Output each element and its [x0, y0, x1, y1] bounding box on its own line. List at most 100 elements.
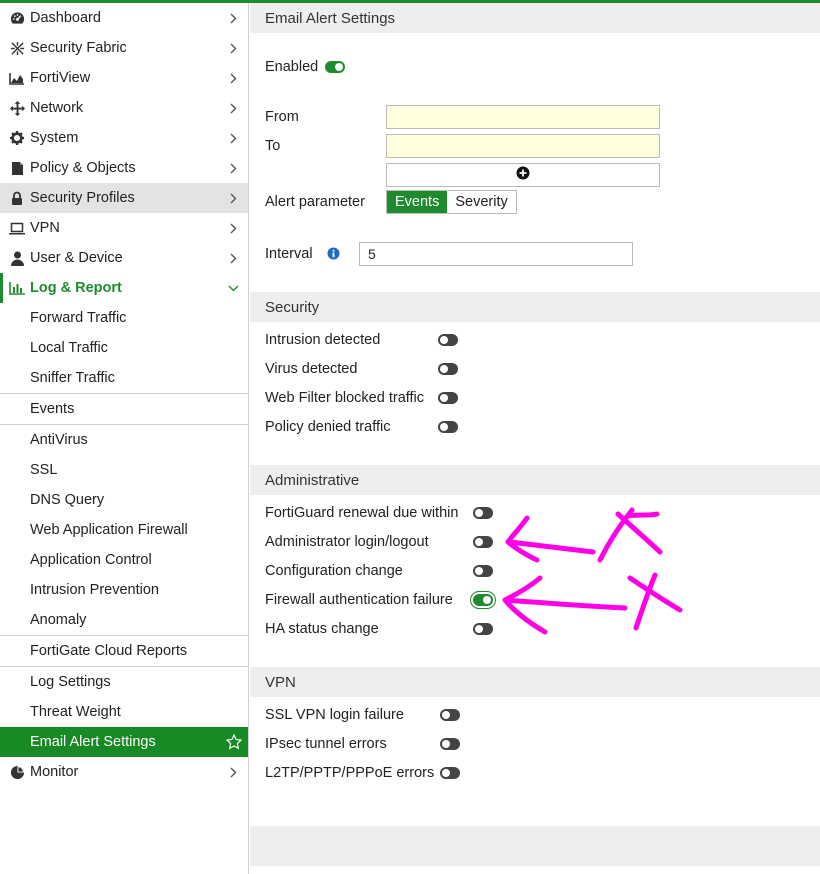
- firewall-auth-failure-toggle[interactable]: [470, 591, 496, 609]
- sidebar-subitem-antivirus[interactable]: AntiVirus: [0, 424, 248, 455]
- sidebar-item-label: Log & Report: [30, 280, 122, 296]
- sidebar-item-label: VPN: [30, 220, 60, 236]
- l2tp-pptp-pppoe-errors-toggle[interactable]: [440, 767, 460, 779]
- user-icon: [8, 250, 26, 266]
- sidebar-item-network[interactable]: Network: [0, 93, 248, 123]
- sidebar-item-label: Security Fabric: [30, 40, 127, 56]
- admin-login-logout-toggle[interactable]: [473, 536, 493, 548]
- laptop-icon: [8, 220, 26, 236]
- sidebar-item-label: Network: [30, 100, 84, 116]
- from-input[interactable]: [386, 105, 660, 129]
- l2tp-pptp-pppoe-errors-label: L2TP/PPTP/PPPoE errors: [265, 765, 435, 781]
- configuration-change-label: Configuration change: [265, 563, 403, 579]
- alert-parameter-segmented: Events Severity: [386, 190, 517, 214]
- chevron-right-icon: [226, 193, 240, 204]
- sidebar-subitem-label: Application Control: [30, 552, 152, 568]
- sidebar-item-label: Policy & Objects: [30, 160, 136, 176]
- security-section-title: Security: [265, 298, 320, 316]
- to-input[interactable]: [386, 134, 660, 158]
- sidebar-subitem-label: Events: [30, 401, 75, 417]
- intrusion-detected-toggle[interactable]: [438, 334, 458, 346]
- intrusion-detected-label: Intrusion detected: [265, 332, 381, 348]
- sidebar-subitem-dns-query[interactable]: DNS Query: [0, 485, 248, 515]
- chevron-right-icon: [226, 13, 240, 24]
- footer-bar: [250, 826, 820, 866]
- security-section-header: Security: [250, 292, 820, 322]
- sidebar-item-user-device[interactable]: User & Device: [0, 243, 248, 273]
- admin-login-logout-label: Administrator login/logout: [265, 534, 429, 550]
- monitor-pie-icon: [8, 764, 26, 780]
- chevron-right-icon: [226, 163, 240, 174]
- ssl-vpn-login-failure-toggle[interactable]: [440, 709, 460, 721]
- dashboard-icon: [8, 10, 26, 26]
- alert-parameter-label: Alert parameter: [265, 194, 365, 210]
- ha-status-change-label: HA status change: [265, 621, 379, 637]
- main-panel: Email Alert Settings Enabled From To Ale…: [250, 3, 820, 874]
- ha-status-change-toggle[interactable]: [473, 623, 493, 635]
- chevron-down-icon: [226, 285, 240, 292]
- sidebar-subitem-log-settings[interactable]: Log Settings: [0, 666, 248, 697]
- sidebar-item-fortiview[interactable]: FortiView: [0, 63, 248, 93]
- sidebar-subitem-label: Intrusion Prevention: [30, 582, 159, 598]
- enabled-label: Enabled: [265, 59, 319, 75]
- alert-parameter-severity-option[interactable]: Severity: [447, 191, 515, 213]
- sidebar-subitem-anomaly[interactable]: Anomaly: [0, 605, 248, 635]
- enabled-toggle[interactable]: [325, 61, 345, 73]
- sidebar-subitem-label: FortiGate Cloud Reports: [30, 643, 188, 659]
- security-fabric-icon: [8, 40, 26, 56]
- bar-chart-icon: [8, 280, 26, 296]
- administrative-section-title: Administrative: [265, 471, 360, 489]
- sidebar-subitem-forward-traffic[interactable]: Forward Traffic: [0, 303, 248, 333]
- sidebar-item-policy-objects[interactable]: Policy & Objects: [0, 153, 248, 183]
- ipsec-tunnel-errors-toggle[interactable]: [440, 738, 460, 750]
- configuration-change-toggle[interactable]: [473, 565, 493, 577]
- sidebar-subitem-application-control[interactable]: Application Control: [0, 545, 248, 575]
- sidebar-subitem-events[interactable]: Events: [0, 393, 248, 424]
- sidebar-subitem-label: Anomaly: [30, 612, 87, 628]
- sidebar-subitem-threat-weight[interactable]: Threat Weight: [0, 697, 248, 727]
- sidebar-item-monitor[interactable]: Monitor: [0, 757, 248, 787]
- sidebar-subitem-sniffer-traffic[interactable]: Sniffer Traffic: [0, 363, 248, 393]
- firewall-auth-failure-label: Firewall authentication failure: [265, 592, 453, 608]
- to-label: To: [265, 138, 281, 154]
- sidebar-subitem-ssl[interactable]: SSL: [0, 455, 248, 485]
- sidebar-subitem-email-alert-settings[interactable]: Email Alert Settings: [0, 727, 248, 757]
- fortiguard-renewal-toggle[interactable]: [473, 507, 493, 519]
- sidebar-subitem-web-application-firewall[interactable]: Web Application Firewall: [0, 515, 248, 545]
- info-icon[interactable]: [327, 247, 340, 264]
- web-filter-blocked-label: Web Filter blocked traffic: [265, 390, 425, 406]
- sidebar-item-security-fabric[interactable]: Security Fabric: [0, 33, 248, 63]
- policy-denied-label: Policy denied traffic: [265, 419, 391, 435]
- sidebar-item-label: Security Profiles: [30, 190, 135, 206]
- sidebar-subitem-label: Threat Weight: [30, 704, 121, 720]
- virus-detected-toggle[interactable]: [438, 363, 458, 375]
- gear-icon: [8, 130, 26, 146]
- sidebar-subitem-label: Email Alert Settings: [30, 734, 156, 750]
- virus-detected-label: Virus detected: [265, 361, 358, 377]
- chevron-right-icon: [226, 43, 240, 54]
- sidebar-item-label: Monitor: [30, 764, 79, 780]
- sidebar-item-security-profiles[interactable]: Security Profiles: [0, 183, 248, 213]
- add-recipient-button[interactable]: [386, 163, 660, 187]
- sidebar-subitem-fortigate-cloud-reports[interactable]: FortiGate Cloud Reports: [0, 635, 248, 666]
- interval-input[interactable]: [359, 242, 633, 266]
- ipsec-tunnel-errors-label: IPsec tunnel errors: [265, 736, 387, 752]
- sidebar-item-dashboard[interactable]: Dashboard: [0, 3, 248, 33]
- star-icon[interactable]: [225, 734, 243, 750]
- policy-denied-toggle[interactable]: [438, 421, 458, 433]
- web-filter-blocked-toggle[interactable]: [438, 392, 458, 404]
- sidebar-subitem-label: SSL: [30, 462, 58, 478]
- sidebar-item-label: User & Device: [30, 250, 123, 266]
- sidebar-item-system[interactable]: System: [0, 123, 248, 153]
- sidebar-subitem-label: Web Application Firewall: [30, 522, 188, 538]
- lock-icon: [8, 190, 26, 206]
- sidebar-item-vpn[interactable]: VPN: [0, 213, 248, 243]
- fortiguard-renewal-label: FortiGuard renewal due within: [265, 505, 459, 521]
- sidebar-subitem-intrusion-prevention[interactable]: Intrusion Prevention: [0, 575, 248, 605]
- sidebar-item-log-report[interactable]: Log & Report: [0, 273, 248, 303]
- alert-parameter-events-option[interactable]: Events: [387, 191, 448, 213]
- vpn-section-header: VPN: [250, 667, 820, 697]
- sidebar-subitem-label: Local Traffic: [30, 340, 108, 356]
- sidebar-subitem-local-traffic[interactable]: Local Traffic: [0, 333, 248, 363]
- plus-circle-icon: [516, 166, 530, 184]
